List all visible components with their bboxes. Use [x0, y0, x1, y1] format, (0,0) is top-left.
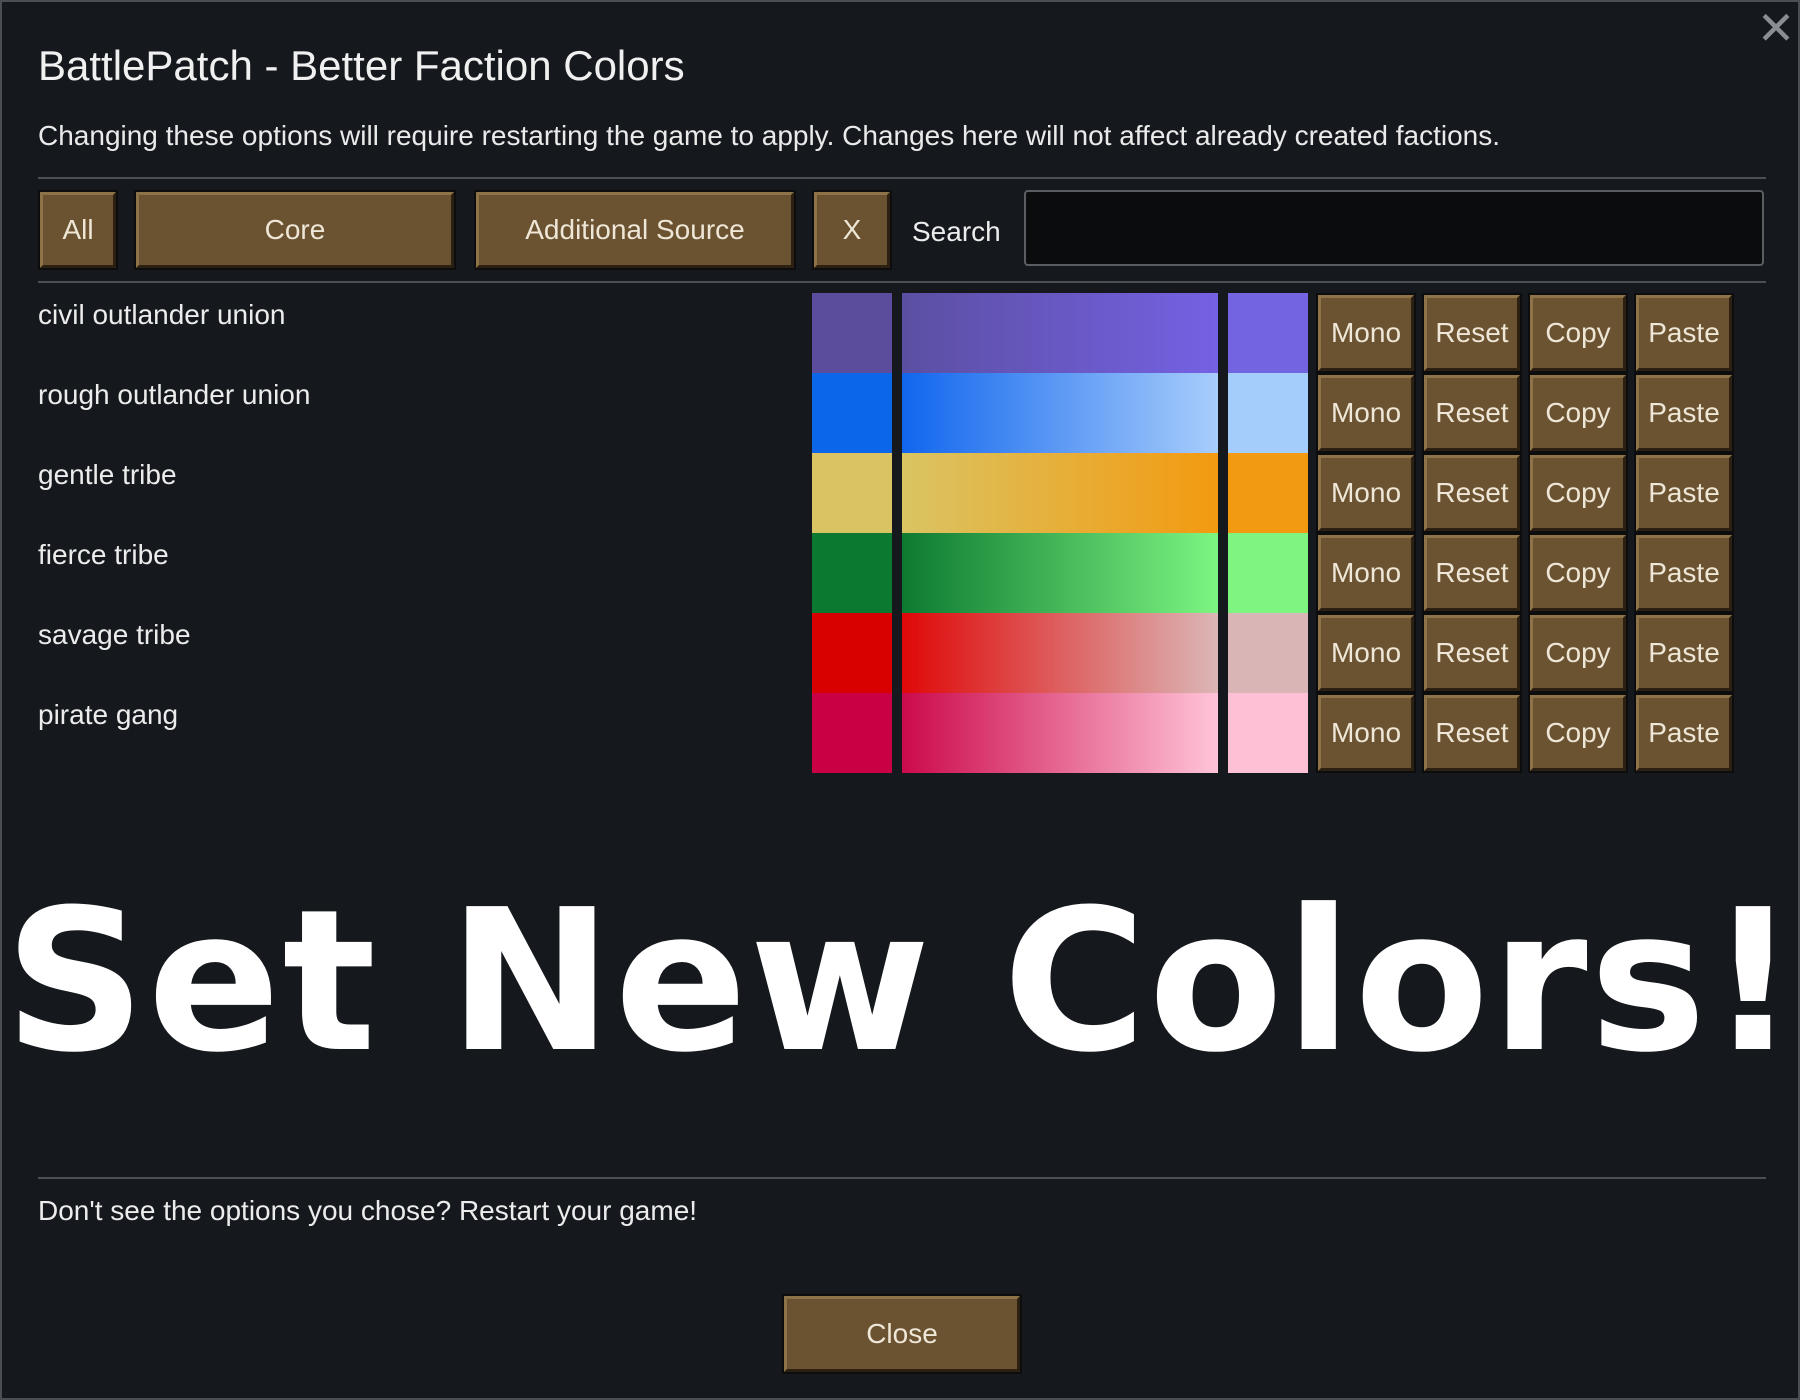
faction-name: rough outlander union — [38, 379, 311, 410]
secondary-color-swatch[interactable] — [1228, 293, 1308, 373]
faction-name: fierce tribe — [38, 539, 169, 570]
secondary-color-swatch[interactable] — [1228, 613, 1308, 693]
primary-color-swatch[interactable] — [812, 693, 892, 773]
tab-core[interactable]: Core — [134, 190, 456, 270]
clear-filter-button[interactable]: X — [812, 190, 892, 270]
restart-hint: Don't see the options you chose? Restart… — [38, 1195, 698, 1226]
reset-button[interactable]: Reset — [1422, 373, 1522, 453]
primary-color-swatch[interactable] — [812, 293, 892, 373]
color-gradient-preview[interactable] — [902, 533, 1218, 613]
secondary-color-swatch[interactable] — [1228, 373, 1308, 453]
color-gradient-preview[interactable] — [902, 613, 1218, 693]
copy-button[interactable]: Copy — [1528, 453, 1628, 533]
color-gradient-preview[interactable] — [902, 693, 1218, 773]
secondary-color-swatch[interactable] — [1228, 693, 1308, 773]
copy-button[interactable]: Copy — [1528, 693, 1628, 773]
settings-dialog: ✕ BattlePatch - Better Faction Colors Ch… — [0, 0, 1800, 1400]
search-label: Search — [912, 216, 1001, 247]
search-input[interactable] — [1024, 190, 1764, 266]
paste-button[interactable]: Paste — [1634, 533, 1734, 613]
secondary-color-swatch[interactable] — [1228, 533, 1308, 613]
mono-button[interactable]: Mono — [1316, 453, 1416, 533]
mono-button[interactable]: Mono — [1316, 373, 1416, 453]
paste-button[interactable]: Paste — [1634, 293, 1734, 373]
faction-row: fierce tribe Mono Reset Copy Paste — [2, 533, 1800, 613]
divider — [38, 281, 1766, 283]
primary-color-swatch[interactable] — [812, 613, 892, 693]
reset-button[interactable]: Reset — [1422, 693, 1522, 773]
color-gradient-preview[interactable] — [902, 373, 1218, 453]
mono-button[interactable]: Mono — [1316, 613, 1416, 693]
primary-color-swatch[interactable] — [812, 373, 892, 453]
color-gradient-preview[interactable] — [902, 293, 1218, 373]
tab-additional-source[interactable]: Additional Source — [474, 190, 796, 270]
copy-button[interactable]: Copy — [1528, 613, 1628, 693]
copy-button[interactable]: Copy — [1528, 293, 1628, 373]
faction-name: savage tribe — [38, 619, 191, 650]
mono-button[interactable]: Mono — [1316, 693, 1416, 773]
faction-row: civil outlander union Mono Reset Copy Pa… — [2, 293, 1800, 373]
reset-button[interactable]: Reset — [1422, 453, 1522, 533]
reset-button[interactable]: Reset — [1422, 533, 1522, 613]
secondary-color-swatch[interactable] — [1228, 453, 1308, 533]
color-gradient-preview[interactable] — [902, 453, 1218, 533]
faction-row: savage tribe Mono Reset Copy Paste — [2, 613, 1800, 693]
dialog-subtitle: Changing these options will require rest… — [38, 120, 1501, 151]
mono-button[interactable]: Mono — [1316, 293, 1416, 373]
reset-button[interactable]: Reset — [1422, 613, 1522, 693]
dialog-title: BattlePatch - Better Faction Colors — [38, 42, 685, 89]
close-button[interactable]: Close — [782, 1294, 1022, 1374]
paste-button[interactable]: Paste — [1634, 613, 1734, 693]
primary-color-swatch[interactable] — [812, 453, 892, 533]
close-icon[interactable]: ✕ — [1754, 5, 1798, 51]
paste-button[interactable]: Paste — [1634, 373, 1734, 453]
primary-color-swatch[interactable] — [812, 533, 892, 613]
faction-name: gentle tribe — [38, 459, 177, 490]
promo-banner-text: Set New Colors! — [4, 868, 1800, 1096]
copy-button[interactable]: Copy — [1528, 533, 1628, 613]
faction-name: pirate gang — [38, 699, 179, 730]
divider — [38, 177, 1766, 179]
faction-row: pirate gang Mono Reset Copy Paste — [2, 693, 1800, 773]
divider — [38, 1177, 1766, 1179]
mono-button[interactable]: Mono — [1316, 533, 1416, 613]
copy-button[interactable]: Copy — [1528, 373, 1628, 453]
faction-row: gentle tribe Mono Reset Copy Paste — [2, 453, 1800, 533]
paste-button[interactable]: Paste — [1634, 693, 1734, 773]
faction-row: rough outlander union Mono Reset Copy Pa… — [2, 373, 1800, 453]
paste-button[interactable]: Paste — [1634, 453, 1734, 533]
tab-all[interactable]: All — [38, 190, 118, 270]
faction-name: civil outlander union — [38, 299, 286, 330]
reset-button[interactable]: Reset — [1422, 293, 1522, 373]
